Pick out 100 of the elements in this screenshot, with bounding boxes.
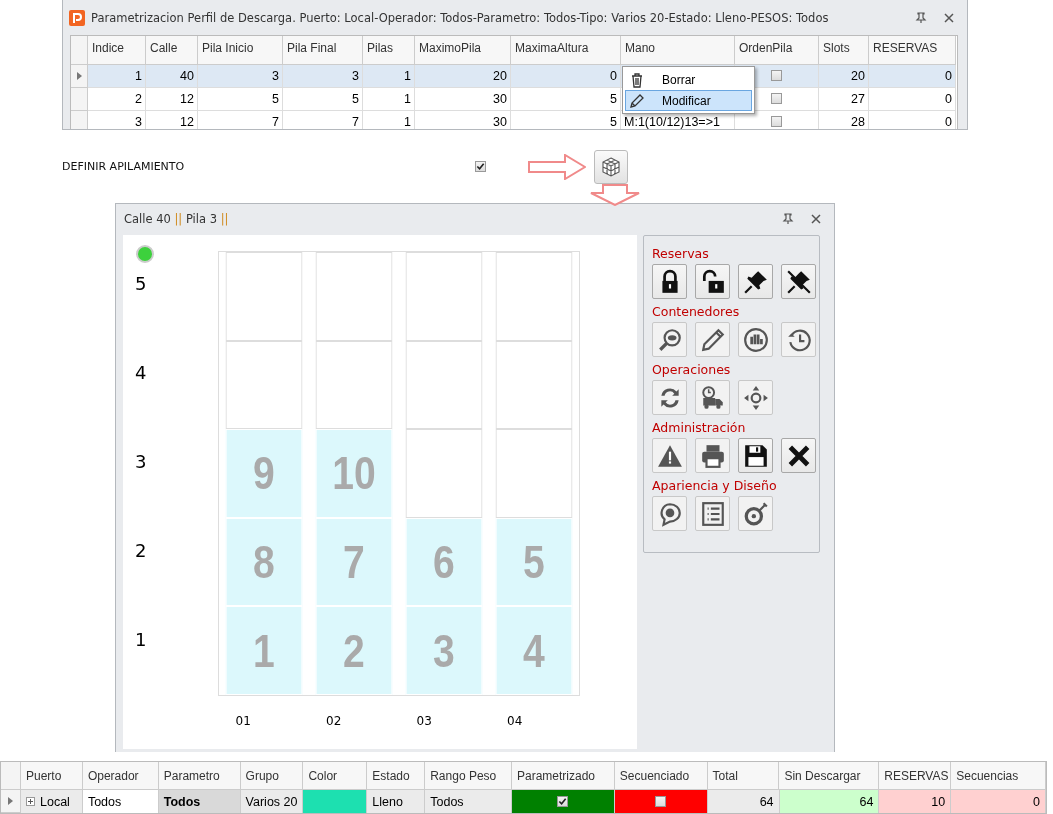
table-cell: 5: [198, 88, 283, 111]
column-header[interactable]: OrdenPila: [735, 36, 819, 65]
field-label: DEFINIR APILAMIENTO: [62, 160, 186, 173]
column-header[interactable]: MaximaAltura: [511, 36, 621, 65]
table-cell: 5: [283, 88, 363, 111]
row-label: 2: [135, 540, 147, 561]
column-header[interactable]: Pila Inicio: [198, 36, 283, 65]
table-cell: 3: [88, 111, 146, 129]
magnifier-eye-icon: [656, 326, 683, 353]
column-header[interactable]: Estado: [367, 762, 426, 790]
column-header[interactable]: Calle: [146, 36, 198, 65]
row-pointer-icon: [76, 72, 82, 80]
table-cell: 1: [363, 111, 415, 129]
column-header[interactable]: Sin Descargar: [779, 762, 880, 790]
pin-icon: [915, 11, 927, 24]
section-title: Administración: [652, 420, 747, 437]
menu-item[interactable]: Modificar: [625, 90, 752, 111]
window-title: Calle 40 || Pila 3 ||: [124, 212, 230, 226]
cube-icon: [600, 155, 622, 178]
tool-button[interactable]: [695, 264, 730, 299]
tool-button[interactable]: [738, 438, 773, 473]
table-cell: 12: [146, 88, 198, 111]
checkbox[interactable]: [557, 796, 569, 807]
row-header[interactable]: [1, 790, 21, 813]
column-header[interactable]: Rango Peso: [425, 762, 512, 790]
column-header[interactable]: Indice: [88, 36, 146, 65]
tool-button[interactable]: [781, 438, 816, 473]
column-header[interactable]: RESERVAS: [869, 36, 956, 65]
column-header[interactable]: Secuencias: [951, 762, 1046, 790]
table-cell: Lleno: [372, 794, 403, 809]
table-cell: Todos: [87, 794, 122, 809]
column-header[interactable]: Parametro: [158, 762, 241, 790]
table-cell: 0: [511, 65, 621, 88]
stacking-checkbox[interactable]: [475, 161, 486, 172]
table-cell: 64: [859, 794, 874, 809]
checkbox[interactable]: [771, 116, 782, 128]
table-cell: 0: [869, 65, 956, 88]
table-cell: 1: [363, 88, 415, 111]
column-label: 04: [507, 714, 523, 728]
table-row[interactable]: Local Todos Todos Varios 20 Lleno Todos 64 64 10 0: [1, 790, 1046, 813]
crossed-pin-icon: [785, 268, 812, 295]
checkbox[interactable]: [655, 796, 667, 807]
cube-button[interactable]: [594, 149, 628, 184]
app-logo-icon: [69, 9, 85, 26]
table-cell: 1: [363, 65, 415, 88]
down-arrow-icon: [589, 184, 641, 206]
expand-icon[interactable]: [26, 797, 35, 806]
table-cell: 12: [146, 111, 198, 129]
tool-button[interactable]: [781, 264, 816, 299]
table-cell: 5: [511, 88, 621, 111]
column-label: 02: [326, 714, 342, 728]
table-cell: 20: [415, 65, 511, 88]
column-header[interactable]: Parametrizado: [512, 762, 615, 790]
table-cell: 28: [819, 111, 869, 129]
tool-button[interactable]: [652, 264, 687, 299]
table-cell: 7: [283, 111, 363, 129]
close-icon[interactable]: [943, 11, 955, 24]
column-header[interactable]: Grupo: [240, 762, 304, 790]
row-header[interactable]: [71, 65, 88, 88]
window-title: Parametrizacion Perfil de Descarga. Puerto: Local-Operador: Todos-Parametro: Todos-Tipo: Varios 20-Estado: Lleno-PESOS: Todos: [91, 10, 830, 25]
pin-icon: [742, 268, 769, 295]
column-header[interactable]: Total: [707, 762, 780, 790]
table-cell: 30: [415, 111, 511, 129]
column-header[interactable]: RESERVAS: [879, 762, 952, 790]
tool-button[interactable]: [738, 264, 773, 299]
column-header[interactable]: MaximoPila: [415, 36, 511, 65]
close-icon[interactable]: [810, 213, 822, 225]
column-label: 01: [235, 714, 251, 728]
column-header[interactable]: Puerto: [21, 762, 83, 790]
table-cell: 2: [88, 88, 146, 111]
table-cell: 0: [869, 111, 956, 129]
column-header[interactable]: Color: [303, 762, 368, 790]
column-header[interactable]: Pila Final: [283, 36, 363, 65]
section-title: Reservas: [652, 246, 710, 263]
table-cell: 40: [146, 65, 198, 88]
table-cell: 7: [198, 111, 283, 129]
table-cell: 0: [1033, 794, 1040, 809]
column-header[interactable]: Operador: [82, 762, 159, 790]
table-cell: 10: [931, 794, 946, 809]
menu-item[interactable]: Borrar: [625, 69, 752, 90]
row-label: 5: [135, 273, 147, 294]
pin-icon: [782, 213, 794, 225]
column-header[interactable]: Slots: [819, 36, 869, 65]
table-cell: 64: [759, 794, 774, 809]
move-arrows-icon: [742, 384, 769, 411]
table-cell: Todos: [430, 794, 464, 809]
table-cell: 20: [819, 65, 869, 88]
table-cell: Todos: [163, 794, 201, 809]
table-cell: 27: [819, 88, 869, 111]
column-header[interactable]: Secuenciado: [614, 762, 708, 790]
truck-clock-icon: [699, 384, 726, 411]
table-cell: 30: [415, 88, 511, 111]
column-header[interactable]: Pilas: [363, 36, 415, 65]
table-cell: 3: [283, 65, 363, 88]
checkbox[interactable]: [771, 70, 782, 82]
column-header[interactable]: Mano: [621, 36, 735, 65]
table-cell: 3: [198, 65, 283, 88]
checkbox[interactable]: [771, 93, 782, 105]
printer-icon: [699, 442, 726, 469]
right-arrow-icon: [528, 153, 586, 180]
